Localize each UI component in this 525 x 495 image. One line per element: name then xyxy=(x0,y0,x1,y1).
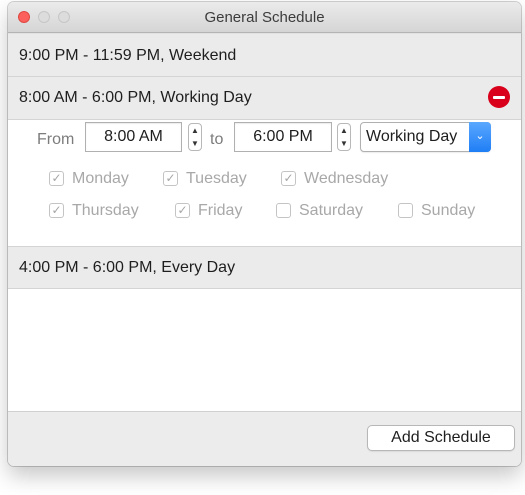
schedule-row-selected[interactable]: 8:00 AM - 6:00 PM, Working Day xyxy=(8,77,521,120)
stepper-up-icon[interactable]: ▲ xyxy=(189,124,201,137)
schedule-row[interactable]: 4:00 PM - 6:00 PM, Every Day xyxy=(8,246,521,289)
to-time-stepper[interactable]: ▲ ▼ xyxy=(337,123,351,151)
to-label: to xyxy=(210,131,224,148)
checkbox[interactable]: ✓ xyxy=(163,171,178,186)
checkbox[interactable]: ✓ xyxy=(281,171,296,186)
remove-circle-icon[interactable] xyxy=(488,86,510,108)
day-label: Wednesday xyxy=(304,170,389,187)
to-time-field[interactable]: 6:00 PM xyxy=(234,122,332,152)
day-type-value: Working Day xyxy=(366,128,458,145)
day-label: Sunday xyxy=(421,202,476,219)
add-schedule-button[interactable]: Add Schedule xyxy=(367,425,515,451)
schedule-label: 4:00 PM - 6:00 PM, Every Day xyxy=(19,259,236,276)
schedule-label: 9:00 PM - 11:59 PM, Weekend xyxy=(19,47,237,64)
chevron-down-icon[interactable]: ⌄ xyxy=(469,122,491,152)
checkbox[interactable]: ✓ xyxy=(49,171,64,186)
checkbox[interactable]: ✓ xyxy=(49,203,64,218)
from-label: From xyxy=(37,131,75,148)
schedule-label: 8:00 AM - 6:00 PM, Working Day xyxy=(19,89,252,106)
schedule-window: General Schedule 9:00 PM - 11:59 PM, Wee… xyxy=(8,2,521,466)
window-title: General Schedule xyxy=(204,9,325,26)
day-type-popup[interactable]: Working Day ⌄ xyxy=(360,122,491,152)
stepper-down-icon[interactable]: ▼ xyxy=(189,137,201,150)
from-time-field[interactable]: 8:00 AM xyxy=(85,122,182,152)
day-label: Friday xyxy=(198,202,243,219)
stepper-up-icon[interactable]: ▲ xyxy=(338,124,350,137)
day-label: Saturday xyxy=(299,202,364,219)
day-label: Thursday xyxy=(72,202,139,219)
schedule-editor: From 8:00 AM ▲ ▼ to 6:00 PM ▲ ▼ Working … xyxy=(8,120,521,246)
title-bar[interactable]: General Schedule xyxy=(8,2,521,33)
schedule-list-empty-area xyxy=(8,289,521,411)
stepper-down-icon[interactable]: ▼ xyxy=(338,137,350,150)
checkbox[interactable]: ✓ xyxy=(175,203,190,218)
from-time-stepper[interactable]: ▲ ▼ xyxy=(188,123,202,151)
checkbox[interactable] xyxy=(276,203,291,218)
day-label: Tuesday xyxy=(186,170,247,187)
checkbox[interactable] xyxy=(398,203,413,218)
day-label: Monday xyxy=(72,170,129,187)
schedule-row[interactable]: 9:00 PM - 11:59 PM, Weekend xyxy=(8,33,521,77)
bottom-bar: Add Schedule xyxy=(8,411,521,466)
